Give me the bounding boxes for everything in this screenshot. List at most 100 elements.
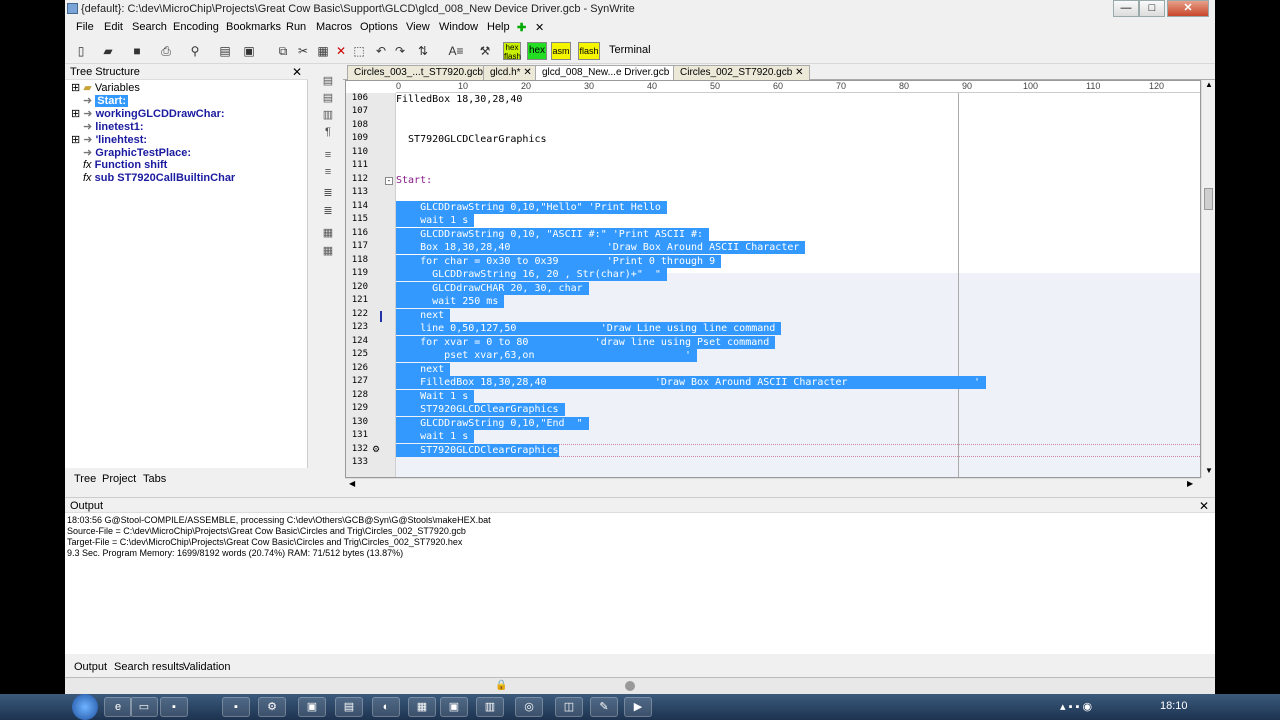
taskbar-app-icon[interactable]: ▦ [408,697,436,717]
scroll-left-icon[interactable]: ◀ [349,479,355,488]
maximize-button[interactable]: □ [1139,0,1165,17]
print-icon[interactable]: ⎙ [158,43,174,59]
scroll-down-icon[interactable]: ▼ [1205,466,1213,475]
align-icon[interactable]: ≣ [321,204,335,218]
expand-icon[interactable]: ⊞ [71,108,80,120]
menu-edit[interactable]: Edit [104,21,123,33]
paste-icon[interactable]: ▦ [315,43,331,59]
open-folder-icon[interactable]: ▰ [100,43,116,59]
find-icon[interactable]: ⚲ [187,43,203,59]
menu-view[interactable]: View [406,21,430,33]
view-icon[interactable]: ▥ [321,108,335,122]
cut-icon[interactable]: ✂ [295,43,311,59]
explorer-icon[interactable]: ▭ [130,697,158,717]
taskbar-app-icon[interactable]: ✎ [590,697,618,717]
tree-item[interactable]: ⊞ ➜ workingGLCDDrawChar: [71,107,225,120]
code-editor[interactable]: 0 10 20 30 40 50 60 70 80 90 100 110 120… [345,80,1201,478]
close-file-icon[interactable]: ✕ [535,21,544,34]
tree-item[interactable]: ➜ GraphicTestPlace: [83,146,191,159]
file-tab[interactable]: Circles_003_...t_ST7920.gcb ✕ [347,65,502,80]
tree-item[interactable]: ➜ linetest1: [83,120,144,133]
pilcrow-icon[interactable]: ¶ [321,125,335,139]
align-icon[interactable]: ≣ [321,186,335,200]
flash-button[interactable]: flash [578,42,600,60]
output-panel-close-icon[interactable]: ✕ [1199,499,1209,513]
taskbar-app-icon[interactable]: ⚙ [258,697,286,717]
cmd-icon[interactable]: ▪ [160,697,188,717]
taskbar-app-icon[interactable]: ◐ [372,697,400,717]
terminal-button[interactable]: Terminal [609,44,651,56]
menu-window[interactable]: Window [439,21,478,33]
delete-icon[interactable]: ✕ [333,43,349,59]
taskbar-app-icon[interactable]: ▪ [222,697,250,717]
menu-help[interactable]: Help [487,21,510,33]
undo-icon[interactable]: ↶ [373,43,389,59]
expand-icon[interactable]: ⊞ [71,82,80,94]
menu-run[interactable]: Run [286,21,306,33]
menu-search[interactable]: Search [132,21,167,33]
menu-encoding[interactable]: Encoding [173,21,219,33]
properties-icon[interactable]: ▣ [241,43,257,59]
outdent-icon[interactable]: ≡ [321,165,335,179]
taskbar-app-icon[interactable]: ◫ [555,697,583,717]
tree-item[interactable]: ⊞ ➜ 'linehtest: [71,133,147,146]
tab-search-results[interactable]: Search results [114,661,184,673]
file-tab-active[interactable]: glcd_008_New...e Driver.gcb ✕ [535,65,688,80]
taskbar-app-icon[interactable]: ▣ [298,697,326,717]
clock[interactable]: 18:10 [1160,700,1188,712]
file-tab[interactable]: glcd.h* ✕ [483,65,539,80]
print-preview-icon[interactable]: ▤ [217,43,233,59]
menu-bookmarks[interactable]: Bookmarks [226,21,281,33]
file-tab[interactable]: Circles_002_ST7920.gcb ✕ [673,65,811,80]
redo-icon[interactable]: ↷ [392,43,408,59]
close-icon[interactable]: ✕ [523,67,531,78]
view-icon[interactable]: ▤ [321,74,335,88]
menu-options[interactable]: Options [360,21,398,33]
hex-flash-button[interactable]: hex flash [503,42,521,61]
scroll-up-icon[interactable]: ▲ [1205,80,1213,89]
hex-button[interactable]: hex [527,42,547,60]
editor-horizontal-scrollbar[interactable]: ◀ ▶ [345,478,1201,490]
grid-icon[interactable]: ▦ [321,244,335,258]
close-button[interactable]: ✕ [1167,0,1209,17]
menu-file[interactable]: File [76,21,94,33]
select-all-icon[interactable]: ⬚ [351,43,367,59]
scroll-thumb[interactable] [1204,188,1213,210]
tool-icon[interactable]: ⚒ [477,43,493,59]
minimize-button[interactable]: — [1113,0,1139,17]
new-file-icon[interactable]: ▯ [73,43,89,59]
scroll-right-icon[interactable]: ▶ [1187,479,1193,488]
tab-output[interactable]: Output [74,661,107,673]
editor-vertical-scrollbar[interactable]: ▲ ▼ [1201,80,1215,478]
tree-item[interactable]: fx Function shift [83,159,167,172]
tree-item[interactable]: ⊞ ▰ Variables [71,81,140,94]
taskbar-app-icon[interactable]: ◎ [515,697,543,717]
ie-icon[interactable]: e [104,697,132,717]
expand-icon[interactable]: ⊞ [71,134,80,146]
spell-check-icon[interactable]: A≡ [445,43,467,59]
tab-validation[interactable]: Validation [183,661,231,673]
taskbar-app-icon[interactable]: ▥ [476,697,504,717]
taskbar-app-icon[interactable]: ▶ [624,697,652,717]
indent-icon[interactable]: ≡ [321,148,335,162]
save-icon[interactable]: ■ [129,43,145,59]
tab-tabs[interactable]: Tabs [143,473,166,485]
tree-panel-close-icon[interactable]: ✕ [292,65,302,79]
start-button[interactable] [72,694,98,720]
tree-item[interactable]: ➜ Start: [83,94,129,107]
tray-icons[interactable]: ▴ ▪ ▪ ◉ [1060,700,1092,713]
tree-item[interactable]: fx sub ST7920CallBuiltinChar [83,172,235,185]
grid-icon[interactable]: ▦ [321,226,335,240]
fold-toggle-icon[interactable]: - [385,177,393,185]
menu-macros[interactable]: Macros [316,21,352,33]
taskbar-app-icon[interactable]: ▣ [440,697,468,717]
plus-icon[interactable]: ✚ [517,21,526,34]
asm-button[interactable]: asm [551,42,571,60]
code-area[interactable]: FilledBox 18,30,28,40 ST7920GLCDClearGra… [396,93,1200,477]
tab-project[interactable]: Project [102,473,136,485]
taskbar-app-icon[interactable]: ▤ [335,697,363,717]
sort-icon[interactable]: ⇅ [415,43,431,59]
close-icon[interactable]: ✕ [795,67,803,78]
copy-icon[interactable]: ⧉ [275,43,291,59]
tab-tree[interactable]: Tree [74,473,96,485]
